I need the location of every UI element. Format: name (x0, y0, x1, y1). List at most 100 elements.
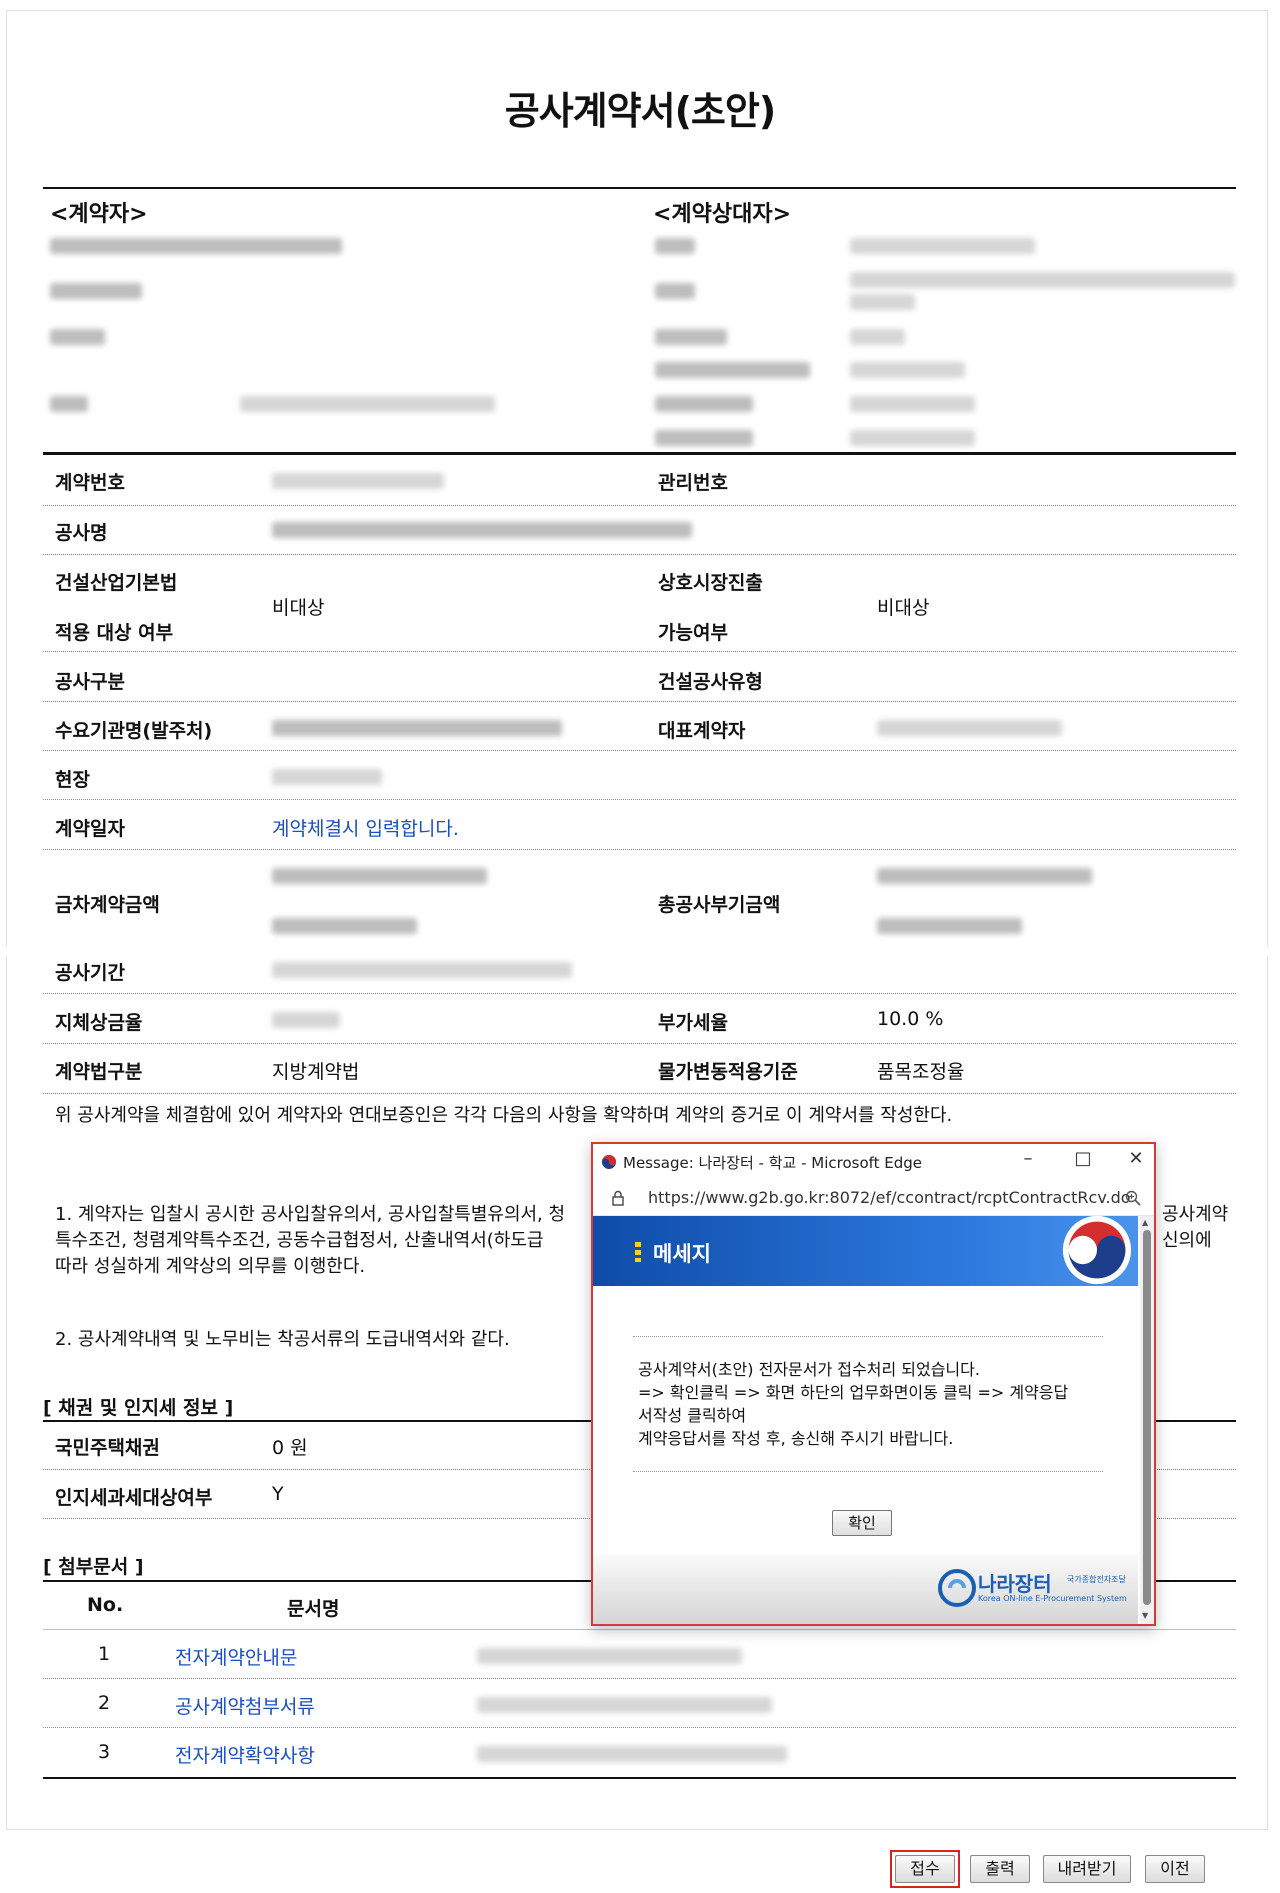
work-category-label: 공사구분 (55, 671, 125, 693)
receive-button[interactable]: 접수 (895, 1855, 955, 1883)
popup-scrollbar[interactable]: ▲ ▼ (1140, 1216, 1154, 1624)
row-divider (43, 1678, 1236, 1679)
total-amount-label: 총공사부기금액 (658, 894, 781, 916)
redacted-text (655, 396, 753, 412)
current-amount-value (272, 868, 487, 884)
client-org-value (272, 720, 562, 736)
attach-filename (477, 1746, 787, 1762)
redacted-text (655, 362, 810, 378)
row-divider (43, 799, 1236, 800)
minimize-icon[interactable]: – (1013, 1148, 1043, 1169)
maximize-icon[interactable]: □ (1068, 1148, 1098, 1169)
row-divider (43, 849, 1236, 850)
popup-titlebar[interactable]: Message: 나라장터 - 학교 - Microsoft Edge – □ … (593, 1144, 1154, 1180)
attachments-heading: [ 첨부문서 ] (43, 1556, 144, 1578)
clause-1-line-2-tail: 신의에 (1162, 1230, 1212, 1251)
redacted-text (50, 396, 88, 412)
housing-bond-value: 0 원 (272, 1437, 308, 1459)
redacted-text (850, 272, 1235, 288)
redacted-text (850, 396, 975, 412)
popup-footer: 나라장터 국가종합전자조달 Korea ON-line E-Procuremen… (593, 1554, 1138, 1624)
row-divider (43, 1093, 1236, 1094)
redacted-text (240, 396, 495, 412)
row-divider (43, 651, 1236, 652)
popup-address-bar[interactable]: https://www.g2b.go.kr:8072/ef/ccontract/… (593, 1180, 1154, 1216)
message-line: 공사계약서(초안) 전자문서가 접수처리 되었습니다. (638, 1360, 980, 1379)
attach-link-documents[interactable]: 공사계약첨부서류 (175, 1692, 315, 1719)
contract-date-label: 계약일자 (55, 818, 125, 840)
message-line: 계약응답서를 작성 후, 송신해 주시기 바랍니다. (638, 1429, 954, 1448)
message-line: => 확인클릭 => 화면 하단의 업무화면이동 클릭 => 계약응답 (638, 1383, 1069, 1402)
project-name-value (272, 522, 692, 538)
delay-penalty-value (272, 1012, 340, 1028)
section-rule (43, 452, 1236, 455)
attach-filename (477, 1697, 772, 1713)
scroll-up-icon[interactable]: ▲ (1142, 1218, 1148, 1227)
redacted-text (50, 329, 105, 345)
redacted-text (850, 362, 965, 378)
download-button[interactable]: 내려받기 (1043, 1855, 1131, 1883)
popup-body: 공사계약서(초안) 전자문서가 접수처리 되었습니다. => 확인클릭 => 화… (593, 1286, 1138, 1624)
vat-rate-label: 부가세율 (658, 1012, 728, 1034)
scroll-thumb[interactable] (1143, 1230, 1151, 1605)
stamp-tax-label: 인지세과세대상여부 (55, 1487, 213, 1509)
price-change-value: 품목조정율 (877, 1061, 965, 1083)
row-divider (43, 505, 1236, 506)
redacted-text (655, 238, 695, 254)
contract-law-label: 계약법구분 (55, 1061, 143, 1083)
redacted-text (850, 329, 905, 345)
redacted-text (850, 294, 915, 310)
counterparty-heading: <계약상대자> (653, 202, 792, 227)
logo-subtitle: 국가종합전자조달 (1067, 1575, 1126, 1584)
confirm-button[interactable]: 확인 (832, 1510, 892, 1536)
contractor-heading: <계약자> (50, 202, 148, 227)
lock-icon (612, 1190, 624, 1206)
period-label: 공사기간 (55, 962, 125, 984)
attach-filename (477, 1648, 742, 1664)
housing-bond-label: 국민주택채권 (55, 1437, 160, 1459)
intro-text: 위 공사계약을 체결함에 있어 계약자와 연대보증인은 각각 다음의 사항을 확… (55, 1105, 953, 1126)
mutual-market-label-2: 가능여부 (658, 622, 728, 644)
popup-message: 공사계약서(초안) 전자문서가 접수처리 되었습니다. => 확인클릭 => 화… (638, 1358, 1108, 1450)
scroll-down-icon[interactable]: ▼ (1142, 1611, 1148, 1620)
prev-button[interactable]: 이전 (1145, 1855, 1205, 1883)
close-icon[interactable]: ✕ (1121, 1148, 1151, 1169)
rep-contractor-value (877, 720, 1062, 736)
zoom-icon[interactable] (1125, 1190, 1141, 1206)
contract-law-value: 지방계약법 (272, 1061, 360, 1083)
construction-type-label: 건설공사유형 (658, 671, 763, 693)
clause-1-line-1-tail: 공사계약 (1162, 1204, 1229, 1225)
management-no-label: 관리번호 (658, 472, 728, 494)
client-org-label: 수요기관명(발주처) (55, 720, 213, 742)
mutual-market-value: 비대상 (877, 597, 930, 619)
header-bullet-icon (635, 1242, 641, 1262)
popup-header-title: 메세지 (653, 1242, 711, 1266)
mutual-market-label: 상호시장진출 (658, 572, 763, 594)
attach-link-guide[interactable]: 전자계약안내문 (175, 1643, 297, 1670)
site-value (272, 769, 382, 785)
capture-seam (0, 946, 1280, 956)
contract-no-label: 계약번호 (55, 472, 125, 494)
document-title: 공사계약서(초안) (504, 89, 776, 133)
vat-rate-value: 10.0 % (877, 1008, 944, 1030)
redacted-text (50, 238, 342, 254)
message-divider (633, 1336, 1103, 1337)
project-name-label: 공사명 (55, 522, 108, 544)
total-amount-value (877, 868, 1092, 884)
redacted-text (850, 238, 1035, 254)
current-amount-value (272, 918, 417, 934)
print-button[interactable]: 출력 (970, 1855, 1030, 1883)
period-value (272, 962, 572, 978)
row-divider (43, 554, 1236, 555)
government-emblem-icon (1062, 1215, 1132, 1285)
redacted-text (50, 283, 142, 299)
current-amount-label: 금차계약금액 (55, 894, 160, 916)
attach-link-commitment[interactable]: 전자계약확약사항 (175, 1741, 315, 1768)
total-amount-value (877, 918, 1022, 934)
rep-contractor-label: 대표계약자 (658, 720, 746, 742)
row-divider (43, 1043, 1236, 1044)
bond-heading: [ 채권 및 인지세 정보 ] (43, 1397, 234, 1419)
section-rule (43, 187, 1236, 189)
row-divider (43, 701, 1236, 702)
popup-url: https://www.g2b.go.kr:8072/ef/ccontract/… (648, 1188, 1131, 1207)
